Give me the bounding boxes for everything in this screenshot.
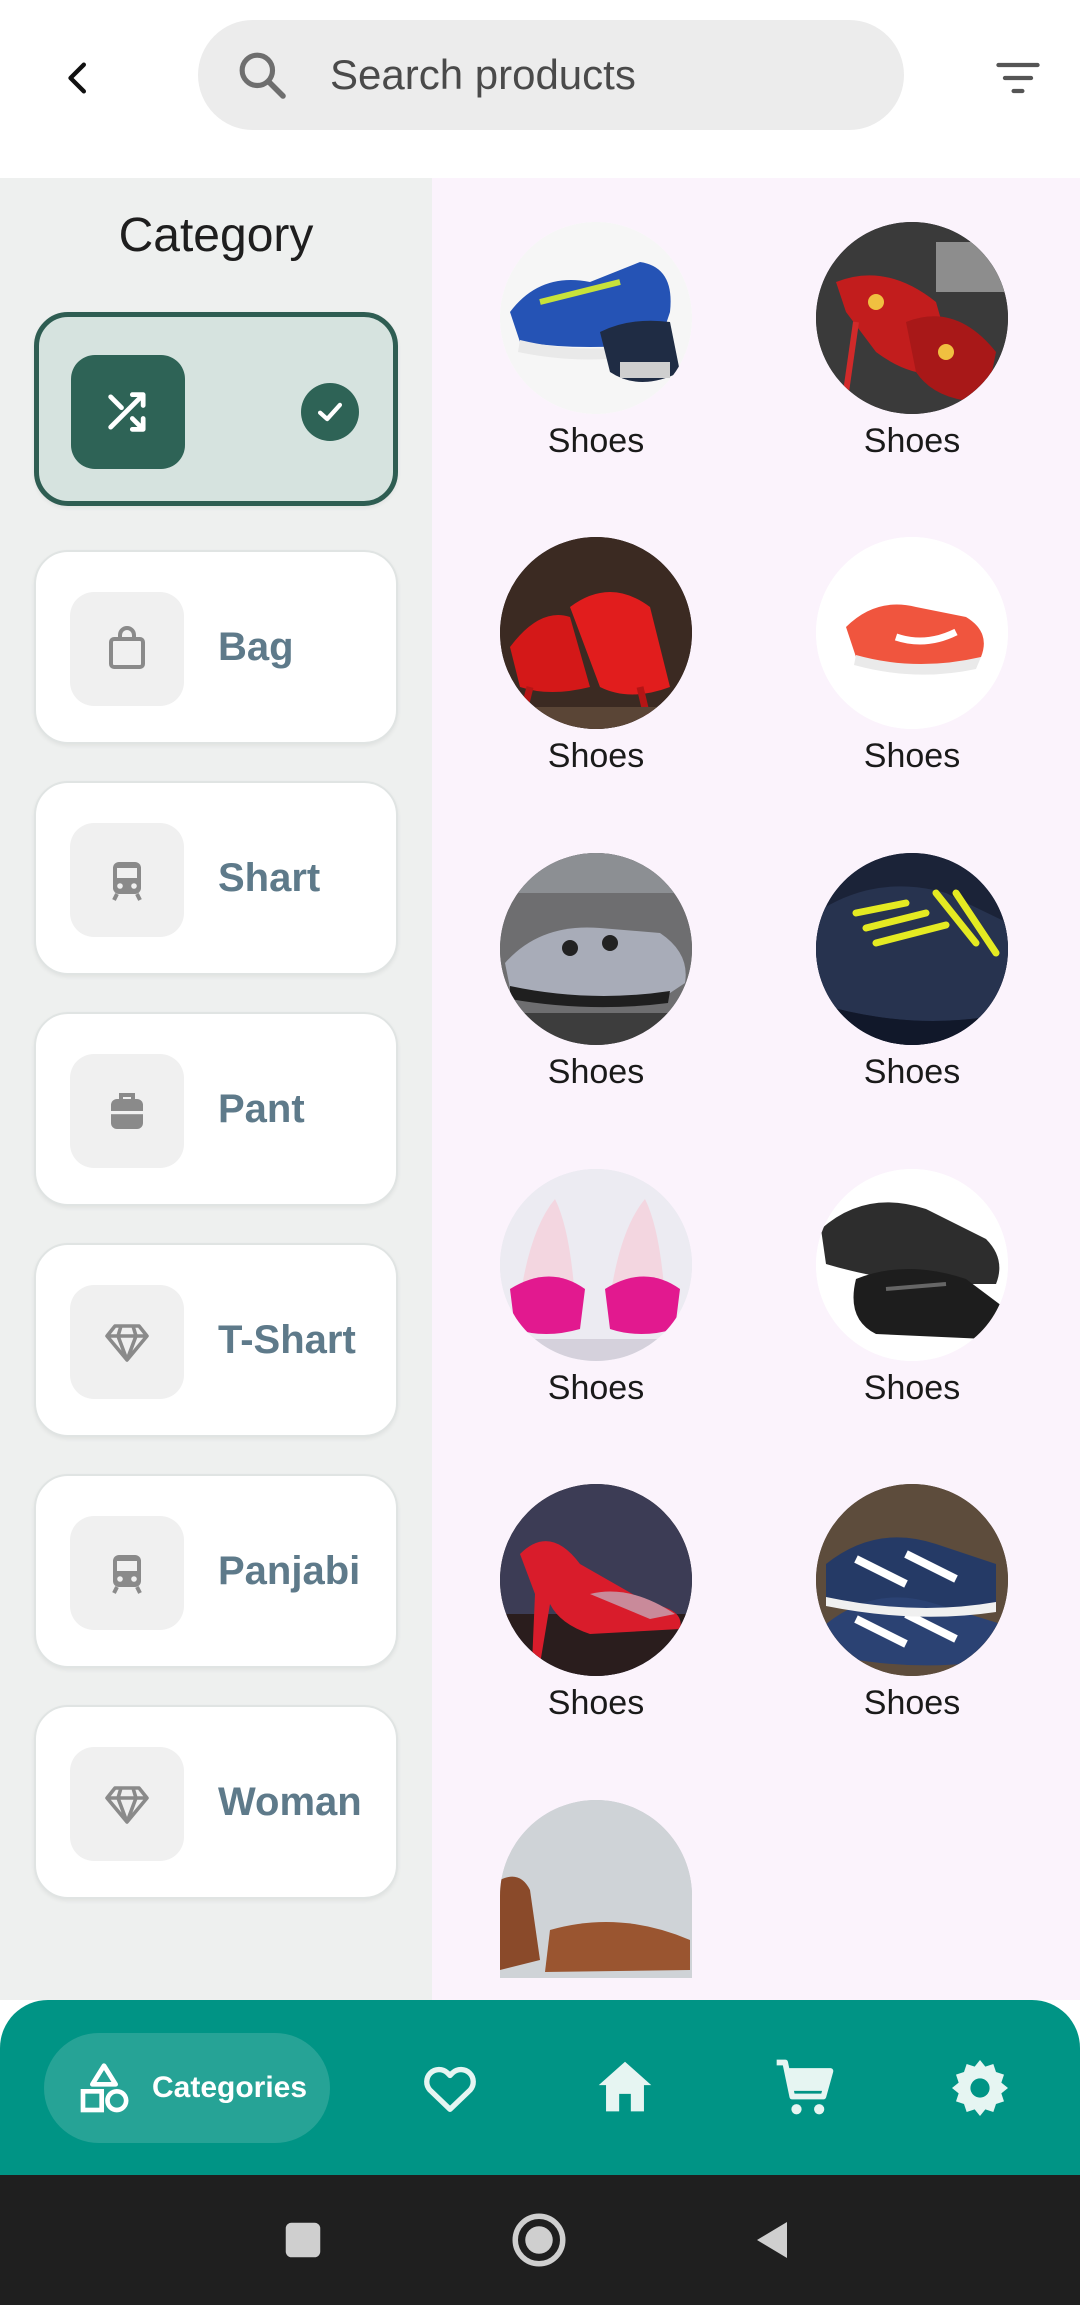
nav-cart-button[interactable] <box>765 2048 845 2128</box>
search-input[interactable] <box>330 20 870 130</box>
product-item[interactable]: Shoes <box>466 1484 726 1744</box>
product-item[interactable]: Shoes <box>782 1169 1042 1429</box>
category-icon-box <box>71 355 185 469</box>
product-item[interactable] <box>466 1800 726 2000</box>
product-name: Shoes <box>863 1684 961 1722</box>
filter-button[interactable] <box>980 40 1056 116</box>
top-app-bar <box>0 0 1080 178</box>
chevron-left-icon <box>68 62 87 94</box>
category-label: Pant <box>218 1087 305 1131</box>
product-name: Shoes <box>863 1053 961 1091</box>
product-item[interactable]: Shoes <box>782 1484 1042 1744</box>
product-name: Shoes <box>863 422 961 460</box>
product-image <box>500 1484 692 1676</box>
nav-categories-button[interactable]: Categories <box>44 2033 330 2143</box>
product-item[interactable]: Shoes <box>466 1169 726 1429</box>
heart-icon <box>424 2066 476 2112</box>
back-system-button[interactable] <box>728 2195 818 2285</box>
product-item[interactable]: Shoes <box>782 222 1042 482</box>
category-icon-box <box>70 592 184 706</box>
square-icon <box>285 2222 321 2258</box>
nav-categories-label: Categories <box>152 2071 308 2104</box>
category-label: Woman <box>218 1780 362 1824</box>
product-name: Shoes <box>547 1369 645 1407</box>
product-image <box>500 1800 692 1978</box>
category-item-t-shart[interactable]: T-Shart <box>34 1243 398 1437</box>
category-item-woman[interactable]: Woman <box>34 1705 398 1899</box>
category-icon-box <box>70 1285 184 1399</box>
product-image <box>816 1484 1008 1676</box>
system-navigation-bar <box>0 2175 1080 2305</box>
product-item[interactable]: Shoes <box>782 537 1042 797</box>
recent-apps-button[interactable] <box>258 2195 348 2285</box>
product-name: Shoes <box>863 1369 961 1407</box>
product-item[interactable]: Shoes <box>466 537 726 797</box>
luggage-icon <box>111 1093 143 1129</box>
product-item[interactable]: Shoes <box>466 222 726 482</box>
category-label: Panjabi <box>218 1549 361 1593</box>
back-button[interactable] <box>40 40 116 116</box>
product-image <box>816 1169 1008 1361</box>
check-circle-icon <box>301 383 359 441</box>
product-image <box>500 853 692 1045</box>
nav-settings-button[interactable] <box>940 2048 1020 2128</box>
home-icon <box>598 2061 652 2112</box>
product-image <box>500 537 692 729</box>
train-icon <box>112 862 142 901</box>
category-item-shart[interactable]: Shart <box>34 781 398 975</box>
bottom-navigation: Categories <box>0 2000 1080 2175</box>
search-bar[interactable] <box>198 20 904 130</box>
category-label: T-Shart <box>218 1318 356 1362</box>
category-sidebar: Category Bag Shart Pant T-Shart Panjabi … <box>0 178 432 2000</box>
category-label: Shart <box>218 856 321 900</box>
category-item-panjabi[interactable]: Panjabi <box>34 1474 398 1668</box>
product-image <box>500 1169 692 1361</box>
product-name: Shoes <box>547 1053 645 1091</box>
settings-icon <box>952 2060 1008 2116</box>
home-system-button[interactable] <box>494 2195 584 2285</box>
train-icon <box>112 1555 142 1594</box>
product-image <box>816 222 1008 414</box>
product-name: Shoes <box>547 737 645 775</box>
category-icon-box <box>70 1054 184 1168</box>
nav-favorites-button[interactable] <box>410 2048 490 2128</box>
product-grid: Shoes Shoes Shoes Shoes Shoes Shoes Shoe… <box>432 178 1080 2000</box>
product-image <box>816 853 1008 1045</box>
category-item-pant[interactable]: Pant <box>34 1012 398 1206</box>
category-item-all[interactable] <box>34 312 398 506</box>
circle-icon <box>512 2213 566 2267</box>
product-image <box>816 537 1008 729</box>
category-label: Bag <box>218 625 294 669</box>
product-name: Shoes <box>863 737 961 775</box>
search-icon <box>239 52 286 99</box>
triangle-back-icon <box>757 2222 787 2258</box>
diamond-icon <box>105 1786 149 1824</box>
nav-home-button[interactable] <box>585 2048 665 2128</box>
shopping-bag-icon <box>109 626 145 669</box>
category-icon-box <box>70 1747 184 1861</box>
category-item-bag[interactable]: Bag <box>34 550 398 744</box>
product-name: Shoes <box>547 1684 645 1722</box>
category-icon-box <box>70 1516 184 1630</box>
product-image <box>500 222 692 414</box>
category-title: Category <box>118 209 314 262</box>
product-item[interactable]: Shoes <box>782 853 1042 1113</box>
categories-icon <box>80 2063 129 2113</box>
shuffle-icon <box>108 392 146 432</box>
product-item[interactable]: Shoes <box>466 853 726 1113</box>
category-icon-box <box>70 823 184 937</box>
diamond-icon <box>105 1324 149 1362</box>
filter-icon <box>996 62 1040 94</box>
product-name: Shoes <box>547 422 645 460</box>
cart-icon <box>776 2059 834 2115</box>
